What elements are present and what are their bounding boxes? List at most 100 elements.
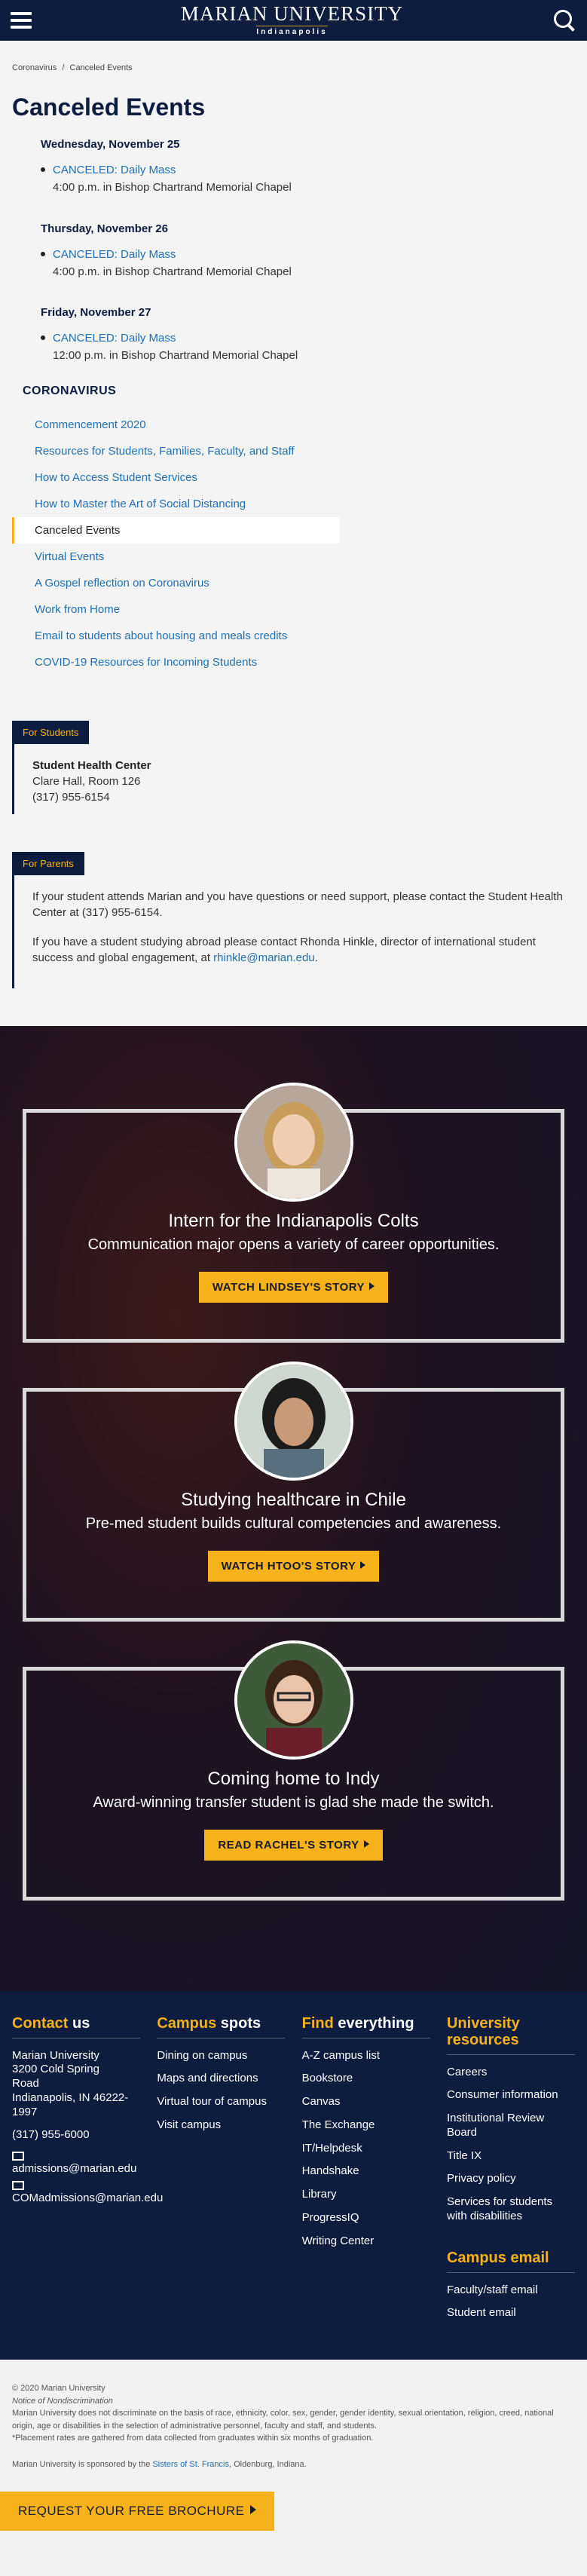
story-card: Studying healthcare in Chile Pre-med stu…	[23, 1361, 564, 1622]
story-subtitle: Communication major opens a variety of c…	[87, 1236, 500, 1253]
footer-link-helpdesk[interactable]: IT/Helpdesk	[302, 2142, 430, 2156]
main-content: Coronavirus / Canceled Events Canceled E…	[0, 41, 587, 1026]
story-subtitle: Award-winning transfer student is glad s…	[93, 1793, 494, 1811]
nav-item-work-from-home[interactable]: Work from Home	[12, 596, 340, 623]
section-nav-heading: CORONAVIRUS	[23, 384, 117, 397]
footer-link-dining[interactable]: Dining on campus	[157, 2049, 285, 2063]
section-nav: CORONAVIRUS Commencement 2020 Resources …	[12, 384, 575, 675]
envelope-icon	[12, 2152, 24, 2161]
hamburger-menu-icon[interactable]	[11, 12, 32, 29]
rhinkle-email-link[interactable]: rhinkle@marian.edu	[213, 951, 314, 964]
health-center-phone: (317) 955-6154	[32, 790, 110, 804]
heading-accent: Campus	[446, 2249, 506, 2266]
event-detail: 12:00 p.m. in Bishop Chartrand Memorial …	[53, 349, 298, 363]
read-rachel-story-button[interactable]: READ RACHEL'S STORY	[204, 1829, 383, 1861]
site-footer: Contact us Marian University 3200 Cold S…	[0, 1990, 587, 2360]
footer-link-virtual-tour[interactable]: Virtual tour of campus	[157, 2095, 285, 2109]
footer-link-disability-services[interactable]: Services for students with disabilities	[447, 2195, 575, 2224]
placement-note: *Placement rates are gathered from data …	[12, 2434, 374, 2443]
sisters-link[interactable]: Sisters of St. Francis	[152, 2460, 228, 2469]
footer-link-maps[interactable]: Maps and directions	[157, 2072, 285, 2086]
event-link[interactable]: CANCELED: Daily Mass	[53, 246, 575, 263]
footer-link-consumer-info[interactable]: Consumer information	[447, 2088, 575, 2103]
footer-link-visit[interactable]: Visit campus	[157, 2118, 285, 2133]
arrow-right-icon	[369, 1282, 375, 1290]
event-group: Thursday, November 26 CANCELED: Daily Ma…	[12, 222, 575, 281]
nav-item-commencement[interactable]: Commencement 2020	[12, 412, 340, 438]
footer-link-library[interactable]: Library	[302, 2188, 430, 2202]
footer-link-privacy[interactable]: Privacy policy	[447, 2172, 575, 2186]
nav-item-resources[interactable]: Resources for Students, Families, Facult…	[12, 438, 340, 464]
footer-link-title-ix[interactable]: Title IX	[447, 2149, 575, 2164]
story-title: Intern for the Indianapolis Colts	[168, 1210, 419, 1231]
event-item: CANCELED: Daily Mass 12:00 p.m. in Bisho…	[41, 329, 575, 365]
nondiscrimination-text: Marian University does not discriminate …	[12, 2409, 554, 2431]
story-card: Coming home to Indy Award-winning transf…	[23, 1640, 564, 1901]
story-subtitle: Pre-med student builds cultural competen…	[85, 1515, 502, 1532]
footer-link-az[interactable]: A-Z campus list	[302, 2049, 430, 2063]
heading-accent: Campus	[157, 2014, 217, 2032]
story-button-label: WATCH LINDSEY'S STORY	[212, 1280, 365, 1294]
event-day: Wednesday, November 25	[41, 138, 180, 151]
arrow-right-icon	[363, 1839, 369, 1848]
footer-heading-find: Find everything	[301, 2014, 430, 2038]
university-logo[interactable]: MARIAN UNIVERSITY Indianapolis	[181, 3, 403, 38]
story-title: Studying healthcare in Chile	[181, 1489, 406, 1510]
contact-email-row: COMadmissions@marian.edu	[12, 2180, 163, 2206]
heading-rest: us	[68, 2014, 90, 2032]
footer-link-student-email[interactable]: Student email	[447, 2306, 575, 2320]
footer-link-canvas[interactable]: Canvas	[302, 2095, 430, 2109]
parents-paragraph-1: If your student attends Marian and you h…	[32, 890, 563, 919]
arrow-right-icon	[360, 1561, 366, 1569]
parents-paragraph-2-end: .	[314, 951, 318, 964]
for-students-box: For Students Student Health Center Clare…	[12, 720, 575, 814]
page-title: Canceled Events	[12, 93, 206, 121]
footer-link-faculty-email[interactable]: Faculty/staff email	[447, 2283, 575, 2298]
breadcrumb-coronavirus[interactable]: Coronavirus	[12, 63, 57, 72]
event-link[interactable]: CANCELED: Daily Mass	[53, 329, 575, 347]
footer-heading-campus: Campus spots	[157, 2014, 286, 2038]
event-detail: 4:00 p.m. in Bishop Chartrand Memorial C…	[53, 181, 292, 195]
heading-accent: Contact	[12, 2014, 69, 2032]
footer-link-handshake[interactable]: Handshake	[302, 2164, 430, 2179]
footer-link-bookstore[interactable]: Bookstore	[302, 2072, 430, 2086]
nav-item-incoming-students[interactable]: COVID-19 Resources for Incoming Students	[12, 649, 340, 675]
heading-rest: everything	[333, 2014, 414, 2032]
for-students-tag: For Students	[12, 720, 90, 744]
footer-link-careers[interactable]: Careers	[447, 2066, 575, 2080]
heading-rest: spots	[216, 2014, 261, 2032]
contact-email-row: admissions@marian.edu	[12, 2152, 140, 2176]
nav-item-student-services[interactable]: How to Access Student Services	[12, 464, 340, 491]
address-line: Marian University	[12, 2048, 99, 2062]
com-admissions-email-link[interactable]: COMadmissions@marian.edu	[12, 2192, 163, 2206]
heading-accent: Find	[301, 2014, 334, 2032]
story-title: Coming home to Indy	[207, 1768, 380, 1789]
footer-link-progressiq[interactable]: ProgressIQ	[302, 2211, 430, 2225]
footer-link-writing-center[interactable]: Writing Center	[302, 2234, 430, 2249]
admissions-email-link[interactable]: admissions@marian.edu	[12, 2162, 140, 2176]
search-icon[interactable]	[552, 8, 576, 32]
heading-accent: University	[446, 2014, 520, 2032]
event-link[interactable]: CANCELED: Daily Mass	[53, 161, 575, 179]
footer-link-exchange[interactable]: The Exchange	[302, 2118, 430, 2133]
nav-item-virtual-events[interactable]: Virtual Events	[12, 544, 340, 570]
nav-item-canceled-events[interactable]: Canceled Events	[12, 516, 340, 544]
watch-lindsey-story-button[interactable]: WATCH LINDSEY'S STORY	[198, 1271, 389, 1303]
nav-item-gospel-reflection[interactable]: A Gospel reflection on Coronavirus	[12, 570, 340, 596]
event-day: Friday, November 27	[41, 306, 151, 319]
arrow-right-icon	[250, 2505, 257, 2514]
student-photo-rachel	[234, 1640, 353, 1760]
nav-item-social-distancing[interactable]: How to Master the Art of Social Distanci…	[12, 491, 340, 517]
address-line: 3200 Cold Spring	[12, 2063, 99, 2076]
health-center-location: Clare Hall, Room 126	[32, 774, 141, 788]
address-line: 1997	[12, 2105, 38, 2118]
request-brochure-button[interactable]: REQUEST YOUR FREE BROCHURE	[0, 2492, 275, 2531]
nondiscrimination-link[interactable]: Notice of Nondiscrimination	[12, 2397, 113, 2406]
story-button-label: WATCH HTOO'S STORY	[221, 1559, 356, 1573]
brochure-label: REQUEST YOUR FREE BROCHURE	[18, 2504, 245, 2518]
nav-item-housing-email[interactable]: Email to students about housing and meal…	[12, 623, 340, 649]
logo-city: Indianapolis	[256, 25, 328, 36]
footer-link-irb[interactable]: Institutional Review Board	[447, 2112, 575, 2140]
watch-htoo-story-button[interactable]: WATCH HTOO'S STORY	[207, 1550, 380, 1582]
sponsor-text-end: , Oldenburg, Indiana.	[228, 2459, 307, 2469]
